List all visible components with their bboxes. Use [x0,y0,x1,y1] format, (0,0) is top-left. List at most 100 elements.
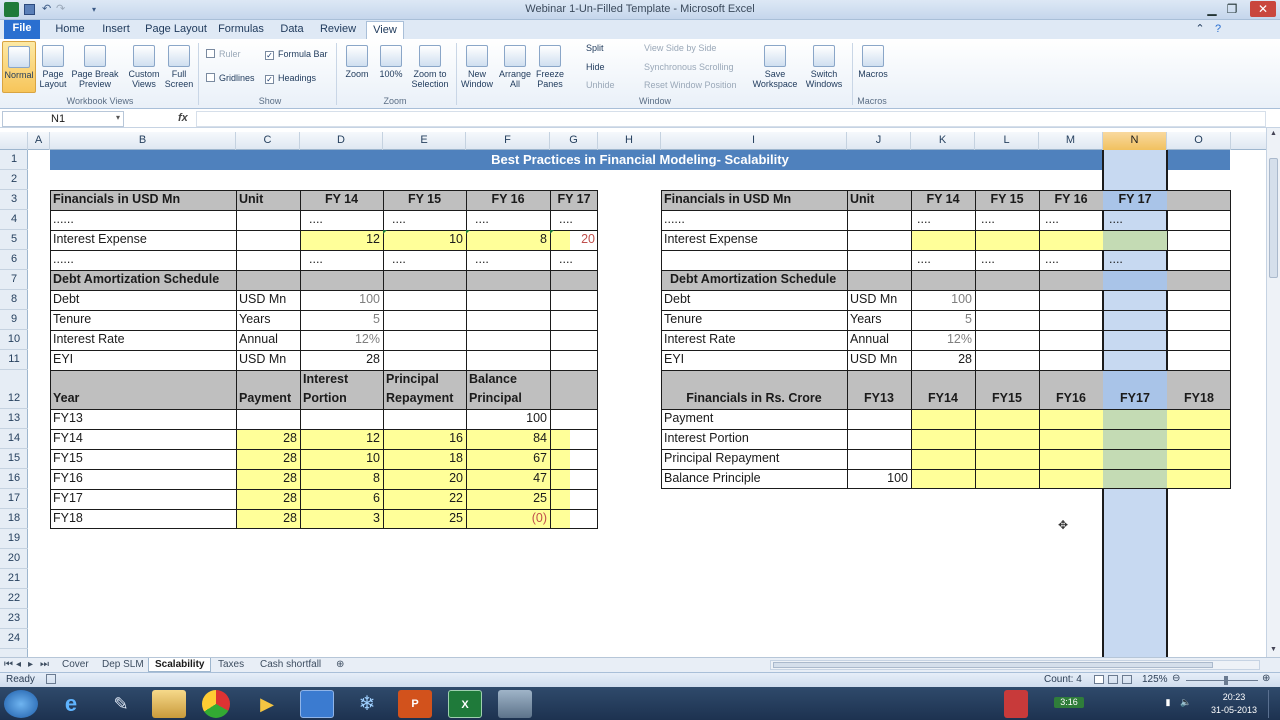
row-header[interactable]: 7 [0,270,28,290]
normal-view-icon[interactable] [1094,675,1104,684]
row-header[interactable]: 8 [0,290,28,310]
left-sched-payment-cell[interactable]: 28 [236,429,300,449]
left-debt-label[interactable]: Debt [50,290,82,310]
insert-function-icon[interactable]: fx [178,112,188,124]
left-sched-payment[interactable]: Payment [236,389,294,409]
left-ie-fy15[interactable]: 10 [383,230,466,250]
app-icon[interactable]: ✎ [104,690,138,718]
help-icon[interactable]: ? [1208,21,1228,39]
left-tenure-label[interactable]: Tenure [50,310,94,330]
macros-button[interactable]: Macros [856,45,890,79]
left-sched-payment-cell[interactable]: 28 [236,469,300,489]
sheet-tab-taxes[interactable]: Taxes [214,658,248,672]
right-interest-expense-label[interactable]: Interest Expense [661,230,761,250]
left-sched-balance-cell[interactable]: 100 [466,409,550,429]
right-debt-unit[interactable]: USD Mn [847,290,900,310]
left-head-unit[interactable]: Unit [236,190,266,210]
right-debt-value[interactable]: 100 [911,290,975,310]
tab-page-layout[interactable]: Page Layout [144,21,208,39]
sheet-title[interactable]: Best Practices in Financial Modeling- Sc… [50,150,1230,170]
left-sched-balance-cell[interactable]: 67 [466,449,550,469]
right-rate-value[interactable]: 12% [911,330,975,350]
view-side-by-side-button[interactable]: View Side by Side [644,43,716,53]
sheet-tab-dep-slm[interactable]: Dep SLM [98,658,148,672]
left-sched-interest-cell[interactable]: 3 [300,509,383,529]
column-header-c[interactable]: C [236,132,300,150]
row-header[interactable]: 15 [0,449,28,469]
row-header[interactable]: 21 [0,569,28,589]
prev-sheet-icon[interactable]: ◂ [16,658,26,672]
right-sched-row-interest[interactable]: Interest Portion [661,429,752,449]
horizontal-scrollbar[interactable] [770,660,1260,670]
minimize-button[interactable]: ▁ [1202,1,1222,17]
right-dots[interactable]: .... [1042,250,1062,270]
right-eyi-value[interactable]: 28 [911,350,975,370]
right-dots[interactable]: .... [1042,210,1062,230]
row-header[interactable]: 24 [0,629,28,649]
right-head-fy17[interactable]: FY 17 [1103,190,1167,210]
left-sched-year-cell[interactable]: FY13 [50,409,86,429]
left-head-fy14[interactable]: FY 14 [300,190,383,210]
right-head-unit[interactable]: Unit [847,190,877,210]
left-dots[interactable]: .... [306,250,326,270]
left-dots[interactable]: .... [556,250,576,270]
split-button[interactable]: Split [586,43,604,53]
right-dots[interactable]: .... [1106,250,1126,270]
right-das-heading[interactable]: Debt Amortization Schedule [667,270,839,290]
left-sched-year[interactable]: Year [50,389,82,409]
left-sched-balance[interactable]: Balance Principal [466,370,550,409]
left-sched-balance-cell[interactable]: 47 [466,469,550,489]
page-break-view-icon[interactable] [1122,675,1132,684]
right-sched-row-payment[interactable]: Payment [661,409,716,429]
switch-windows-button[interactable]: Switch Windows [800,45,848,89]
zoom-in-icon[interactable]: ⊕ [1262,673,1270,684]
left-head-fy15[interactable]: FY 15 [383,190,466,210]
column-header-j[interactable]: J [847,132,911,150]
volume-icon[interactable]: 🔈 [1180,697,1192,708]
right-sched-head-fy15[interactable]: FY15 [975,389,1039,409]
left-sched-principal-cell[interactable]: 25 [383,509,466,529]
right-sched-head-fy14[interactable]: FY14 [911,389,975,409]
left-sched-year-cell[interactable]: FY17 [50,489,86,509]
zoom-slider-thumb[interactable] [1224,676,1228,685]
scroll-up-icon[interactable]: ▲ [1270,130,1277,137]
left-sched-interest-cell[interactable]: 8 [300,469,383,489]
network-icon[interactable]: ▮ [1162,697,1174,708]
right-rate-label[interactable]: Interest Rate [661,330,739,350]
clock-time[interactable]: 20:23 [1214,692,1254,703]
page-layout-view-button[interactable]: Page Layout [38,45,68,89]
snipping-icon[interactable]: ❄ [350,690,384,718]
left-debt-value[interactable]: 100 [300,290,383,310]
left-sched-principal-cell[interactable]: 22 [383,489,466,509]
left-tenure-unit[interactable]: Years [236,310,274,330]
sheet-tab-cash-shortfall[interactable]: Cash shortfall [256,658,325,672]
left-sched-interest-cell[interactable]: 10 [300,449,383,469]
left-sched-balance-cell[interactable]: 25 [466,489,550,509]
unhide-button[interactable]: Unhide [586,80,615,90]
left-dots[interactable]: .... [389,250,409,270]
left-sched-payment-cell[interactable]: 28 [236,509,300,529]
left-rate-label[interactable]: Interest Rate [50,330,128,350]
close-button[interactable]: ✕ [1250,1,1276,17]
column-header-m[interactable]: M [1039,132,1103,150]
left-sched-balance-cell[interactable]: (0) [466,509,550,529]
new-sheet-icon[interactable]: ⊕ [336,658,350,672]
left-das-heading[interactable]: Debt Amortization Schedule [50,270,222,290]
right-dots[interactable]: .... [914,250,934,270]
next-sheet-icon[interactable]: ▸ [28,658,38,672]
left-dots[interactable]: .... [472,210,492,230]
internet-explorer-icon[interactable]: e [54,690,88,718]
zoom-slider[interactable] [1186,680,1258,681]
column-header-d[interactable]: D [300,132,383,150]
ribbon-minimize-icon[interactable]: ⌃ [1192,21,1208,39]
start-button-icon[interactable] [4,690,38,718]
formula-input[interactable] [196,111,1266,127]
tab-view[interactable]: View [366,21,404,39]
page-break-preview-button[interactable]: Page Break Preview [70,45,120,89]
left-ie-fy16[interactable]: 8 [466,230,550,250]
left-sched-year-cell[interactable]: FY15 [50,449,86,469]
gridlines-checkbox[interactable]: Gridlines [206,73,255,83]
ruler-checkbox[interactable]: Ruler [206,49,241,59]
custom-views-button[interactable]: Custom Views [126,45,162,89]
column-header-l[interactable]: L [975,132,1039,150]
